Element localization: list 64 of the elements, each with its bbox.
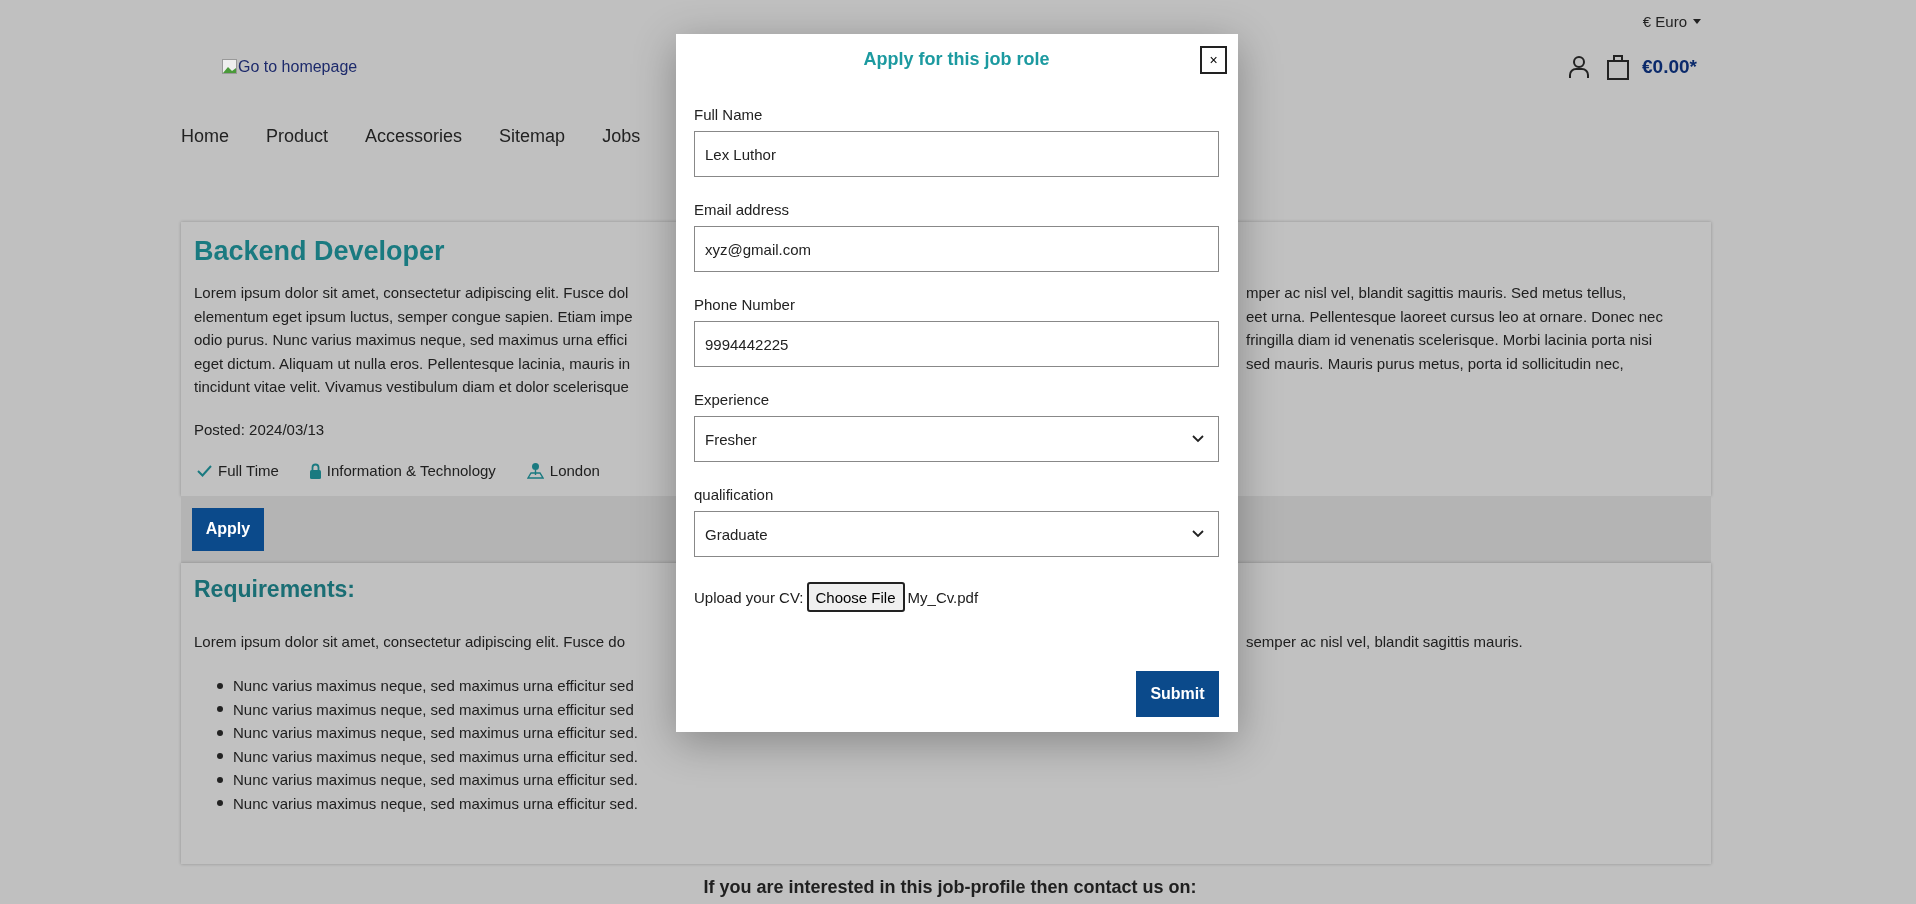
description-text: eet urna. Pellentesque laoreet cursus leo at ornare. Donec nec <box>1246 306 1663 327</box>
bullet-icon <box>217 706 223 713</box>
field-label: Phone Number <box>694 295 796 315</box>
description-text: odio purus. Nunc varius maximus neque, sed maximus urna effici <box>194 330 629 350</box>
requirement-item: Nunc varius maximus neque, sed maximus urna efficitur sed. <box>233 723 638 743</box>
caret-icon <box>1693 18 1701 24</box>
chevron-down-icon <box>1192 435 1204 443</box>
location-pin-icon <box>526 462 544 479</box>
field-label: Full Name <box>694 105 764 125</box>
input-field[interactable]: xyz@gmail.com <box>694 226 1219 272</box>
checkmark-icon <box>197 464 212 477</box>
currency-dropdown[interactable]: € Euro <box>1642 12 1701 30</box>
description-text: elementum eget ipsum luctus, semper congue sapien. Etiam impe <box>194 306 634 327</box>
requirement-item: Nunc varius maximus neque, sed maximus urna efficitur sed. <box>233 746 638 767</box>
submit-button[interactable]: Submit <box>1136 671 1219 717</box>
bullet-icon <box>217 682 223 689</box>
description-text: sed mauris. Mauris purus metus, porta id sollicitudin nec, <box>1246 353 1624 374</box>
description-text: fringilla diam id venenatis scelerisque. Morbi lacinia porta nisi <box>1246 330 1653 350</box>
description-text: eget dictum. Aliquam ut nulla eros. Pellentesque lacinia, mauris in <box>194 353 632 374</box>
cart-total[interactable]: €0.00* <box>1642 56 1697 78</box>
nav-link[interactable]: Home <box>181 125 229 147</box>
requirement-item: Nunc varius maximus neque, sed maximus urna efficitur sed. <box>233 793 638 814</box>
lock-icon <box>309 462 321 479</box>
close-button[interactable]: × <box>1200 46 1227 74</box>
choose-file-button[interactable]: Choose File <box>806 582 905 612</box>
apply-button[interactable]: Apply <box>192 507 264 551</box>
nav-link[interactable]: Jobs <box>602 125 641 147</box>
tag-label: Full Time <box>218 460 279 481</box>
job-title: Backend Developer <box>194 235 445 268</box>
bullet-icon <box>217 729 223 736</box>
input-field[interactable]: 9994442225 <box>694 321 1219 367</box>
user-icon[interactable] <box>1568 55 1591 79</box>
description-text: tincidunt vitae velit. Vivamus vestibulum diam et dolor scelerisque <box>194 377 630 397</box>
field-label: qualification <box>694 485 775 505</box>
modal-title: Apply for this job role <box>863 48 1050 71</box>
bullet-icon <box>217 753 223 760</box>
broken-image-icon <box>222 59 238 75</box>
requirement-item: Nunc varius maximus neque, sed maximus urna efficitur sed. <box>233 770 638 790</box>
requirements-text: semper ac nisl vel, blandit sagittis mauris. <box>1246 631 1523 652</box>
field-label: Experience <box>694 390 771 410</box>
requirements-text: Lorem ipsum dolor sit amet, consectetur adipiscing elit. Fusce do <box>194 631 627 652</box>
select-field[interactable]: Fresher <box>694 416 1219 462</box>
shopping-bag-icon[interactable] <box>1606 54 1631 80</box>
logo-link[interactable]: Go to homepage <box>222 58 358 76</box>
select-field[interactable]: Graduate <box>694 511 1219 557</box>
bullet-icon <box>217 800 223 807</box>
bullet-icon <box>217 776 223 783</box>
description-text: mper ac nisl vel, blandit sagittis mauris. Sed metus tellus, <box>1246 283 1627 303</box>
requirement-item: Nunc varius maximus neque, sed maximus urna efficitur sed <box>233 699 634 720</box>
nav-link[interactable]: Product <box>266 125 329 147</box>
description-text: Lorem ipsum dolor sit amet, consectetur adipiscing elit. Fusce dol <box>194 283 630 303</box>
chevron-down-icon <box>1192 530 1204 538</box>
input-field[interactable]: Lex Luthor <box>694 131 1219 177</box>
requirements-heading: Requirements: <box>194 574 356 604</box>
field-label: Email address <box>694 200 791 220</box>
requirement-item: Nunc varius maximus neque, sed maximus urna efficitur sed <box>233 676 634 696</box>
file-name: My_Cv.pdf <box>907 588 979 606</box>
nav-link[interactable]: Sitemap <box>499 125 566 147</box>
upload-label: Upload your CV: <box>694 588 804 606</box>
nav-link[interactable]: Accessories <box>365 125 463 147</box>
posted-date: Posted: 2024/03/13 <box>194 419 325 440</box>
tag-label: London <box>549 460 600 481</box>
contact-heading: If you are interested in this job-profile then contact us on: <box>703 877 1197 897</box>
tag-label: Information & Technology <box>326 460 496 481</box>
